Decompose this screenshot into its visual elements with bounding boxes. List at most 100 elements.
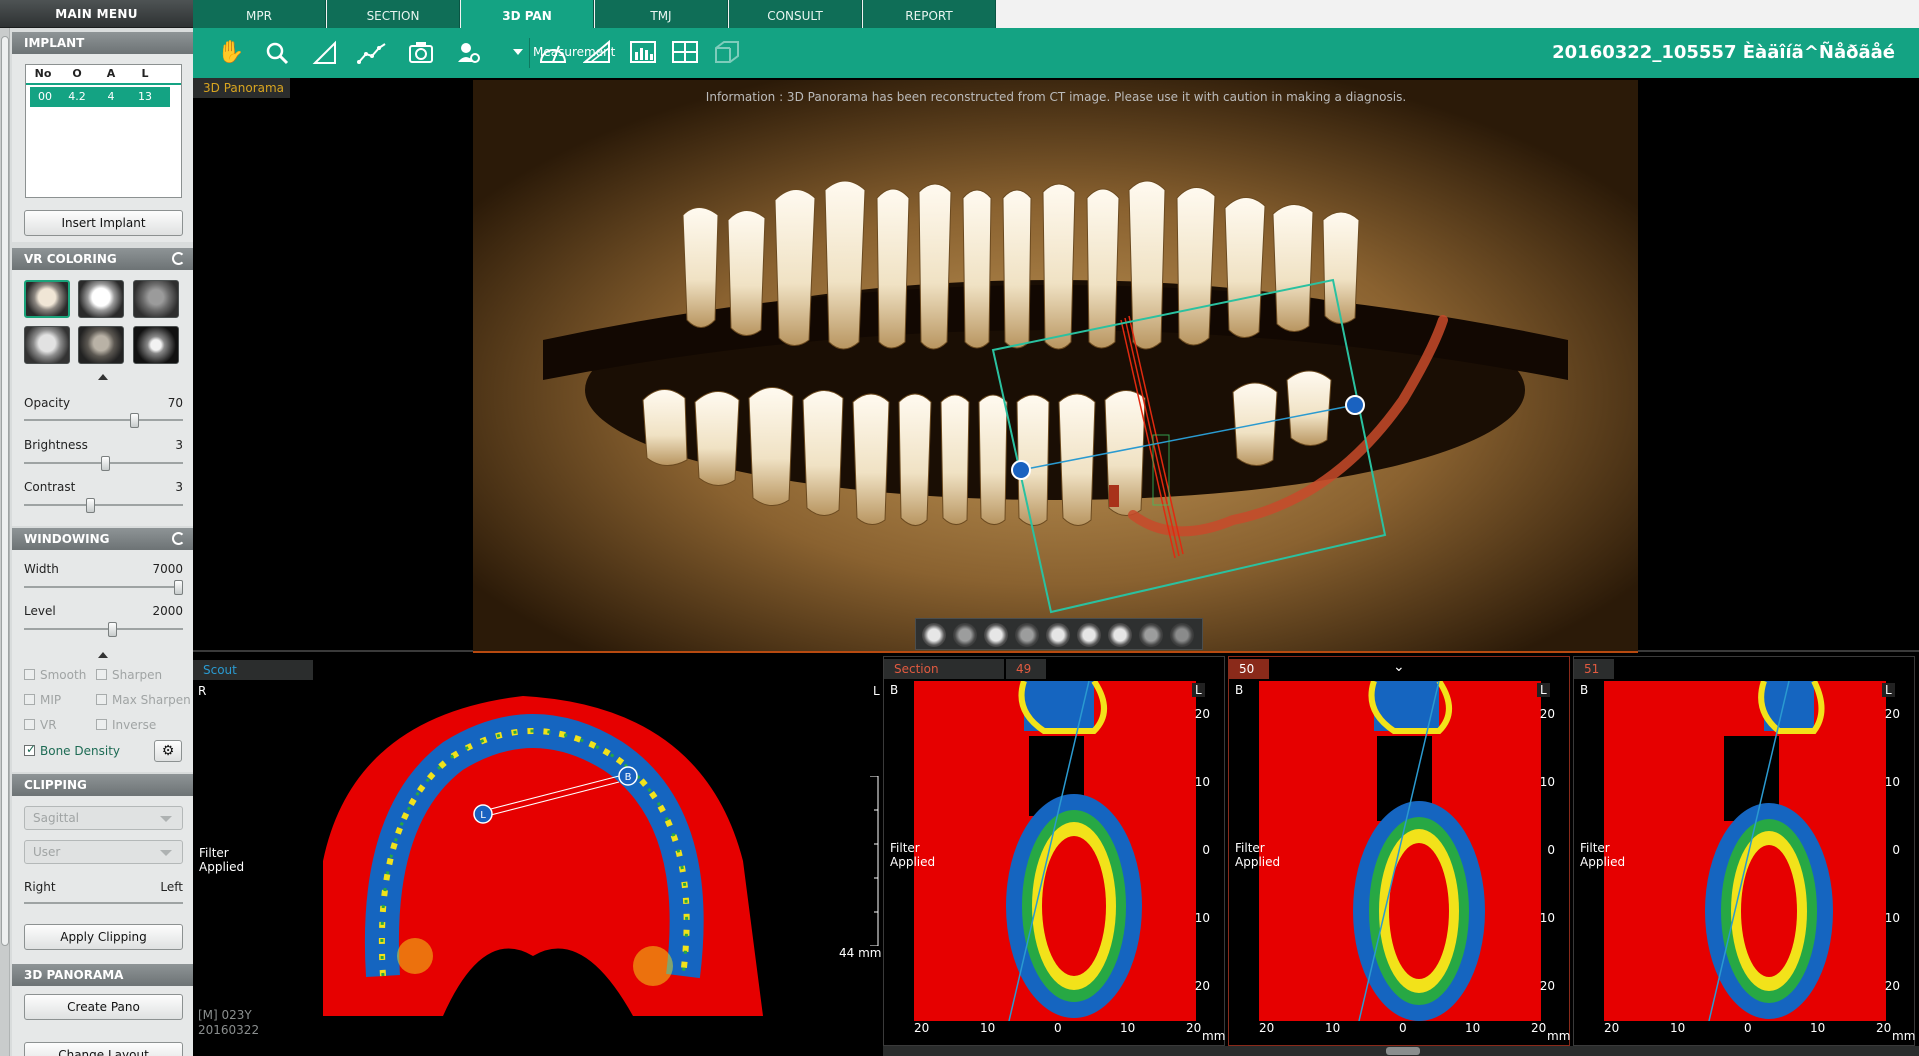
max-sharpen-checkbox[interactable]: Max Sharpen — [96, 693, 191, 707]
section-filter-label: Filter Applied — [890, 841, 936, 869]
section-l-label: L — [1192, 683, 1205, 697]
section-view-51[interactable]: 51 B L Filter Applied 20 10 0 10 20 20 1… — [1573, 656, 1915, 1046]
tab-section[interactable]: SECTION — [327, 0, 460, 28]
brightness-label: Brightness — [24, 438, 88, 452]
scout-axial-image[interactable]: L B — [323, 676, 763, 1031]
section-scrollbar[interactable] — [883, 1046, 1919, 1056]
x-tick: 10 — [1325, 1021, 1341, 1035]
panorama-view[interactable]: 3D Panorama Information : 3D Panorama ha… — [193, 78, 1919, 653]
main-menu-title[interactable]: MAIN MENU — [0, 0, 193, 28]
bone-density-checkbox[interactable]: ✓ Bone Density — [24, 742, 120, 758]
camera-capture-icon[interactable] — [407, 40, 435, 66]
top-view-icon[interactable] — [1046, 623, 1070, 647]
scout-l-label: L — [873, 684, 880, 698]
patient-settings-icon[interactable] — [455, 40, 483, 66]
protractor-icon[interactable] — [539, 40, 567, 66]
scout-patient-info: [M] 023Y — [198, 1008, 252, 1022]
zoom-magnifier-icon[interactable] — [263, 40, 291, 66]
vr-reset-icon[interactable] — [172, 252, 185, 265]
level-value: 2000 — [152, 604, 183, 618]
tissue-preset-icon[interactable] — [78, 326, 124, 364]
tab-mpr[interactable]: MPR — [193, 0, 326, 28]
section-number: 49 — [1006, 659, 1046, 679]
face-view-icon[interactable] — [984, 623, 1008, 647]
x-tick: 0 — [1399, 1021, 1407, 1035]
scout-view[interactable]: Scout R L Filter Applied L B 44 mm [M] 0… — [193, 656, 883, 1056]
change-layout-button[interactable]: Change Layout — [24, 1042, 183, 1056]
vr-checkbox[interactable]: VR — [24, 718, 57, 732]
pan-hand-icon[interactable]: ✋ — [217, 40, 245, 66]
y-tick: 0 — [1202, 843, 1210, 857]
opacity-slider[interactable] — [24, 413, 183, 428]
section-image-51[interactable] — [1604, 681, 1886, 1021]
left-view-icon[interactable] — [1108, 623, 1132, 647]
level-slider-knob[interactable] — [108, 622, 117, 637]
level-slider[interactable] — [24, 622, 183, 637]
table-row[interactable]: 00 4.2 4 13 — [30, 87, 170, 107]
section-view-49[interactable]: Section 49 B L Filter Applied 20 10 0 10… — [883, 656, 1225, 1046]
gray-preset-icon[interactable] — [133, 280, 179, 318]
skin-preset-icon[interactable] — [24, 326, 70, 364]
gear-skull-preset-icon[interactable] — [133, 326, 179, 364]
right-view-icon[interactable] — [1139, 623, 1163, 647]
back-view-icon[interactable] — [953, 623, 977, 647]
brightness-slider[interactable] — [24, 456, 183, 471]
apply-clipping-button[interactable]: Apply Clipping — [24, 924, 183, 950]
histogram-icon[interactable] — [629, 40, 657, 66]
tab-report[interactable]: REPORT — [863, 0, 996, 28]
create-pano-button[interactable]: Create Pano — [24, 994, 183, 1020]
collapse-arrow-icon[interactable] — [98, 374, 108, 380]
width-slider-knob[interactable] — [174, 580, 183, 595]
front-view-icon[interactable] — [922, 623, 946, 647]
clipping-slider[interactable] — [24, 896, 183, 910]
contrast-slider[interactable] — [24, 498, 183, 513]
bone-preset-icon[interactable] — [24, 280, 70, 318]
section-scroll-thumb[interactable] — [1386, 1047, 1420, 1055]
chevron-down-icon — [160, 816, 172, 822]
section-view-50[interactable]: 50 ⌄ B L Filter Applied 20 10 0 10 20 20… — [1228, 656, 1570, 1046]
section-b-label: B — [890, 683, 899, 697]
section-image-50[interactable] — [1259, 681, 1541, 1021]
col-a: A — [106, 67, 116, 80]
mip-checkbox[interactable]: MIP — [24, 693, 61, 707]
rotate-view-icon[interactable] — [1170, 623, 1194, 647]
collapse-arrow-icon[interactable] — [98, 652, 108, 658]
implant-section-header: IMPLANT — [12, 32, 193, 54]
sidebar-scrollbar[interactable] — [0, 28, 10, 1056]
bottom-view-icon[interactable] — [1077, 623, 1101, 647]
section-image-49[interactable] — [914, 681, 1196, 1021]
polyline-measure-icon[interactable] — [357, 40, 386, 66]
side-view-icon[interactable] — [1015, 623, 1039, 647]
bone-density-settings-gear-icon[interactable]: ⚙ — [154, 740, 182, 762]
panorama-image[interactable] — [473, 80, 1638, 653]
windowing-reset-icon[interactable] — [172, 532, 185, 545]
clipping-title: CLIPPING — [24, 778, 87, 792]
layout-grid-icon[interactable] — [671, 40, 699, 66]
angle-measure-icon[interactable] — [311, 40, 339, 66]
width-slider[interactable] — [24, 580, 183, 595]
contrast-slider-knob[interactable] — [86, 498, 95, 513]
section-b-label: B — [1580, 683, 1589, 697]
skull-preset-icon[interactable] — [78, 280, 124, 318]
y-tick: 0 — [1547, 843, 1555, 857]
chevron-down-icon[interactable]: ⌄ — [1393, 659, 1405, 675]
panorama-section: Create Pano Change Layout — [12, 986, 193, 1056]
sidebar-scroll-thumb[interactable] — [1, 36, 9, 946]
tab-tmj[interactable]: TMJ — [595, 0, 728, 28]
volume-box-icon[interactable] — [713, 40, 741, 66]
inverse-checkbox[interactable]: Inverse — [96, 718, 156, 732]
x-tick: 20 — [1604, 1021, 1620, 1035]
insert-implant-button[interactable]: Insert Implant — [24, 210, 183, 236]
smooth-checkbox[interactable]: Smooth — [24, 668, 86, 682]
x-tick: 20 — [1259, 1021, 1275, 1035]
implant-table-header: No O A L — [26, 67, 181, 85]
clipping-plane-select[interactable]: Sagittal — [24, 806, 183, 830]
clipping-mode-select[interactable]: User — [24, 840, 183, 864]
tab-3d-pan[interactable]: 3D PAN — [461, 0, 594, 28]
sharpen-checkbox[interactable]: Sharpen — [96, 668, 162, 682]
opacity-slider-knob[interactable] — [130, 413, 139, 428]
brightness-slider-knob[interactable] — [101, 456, 110, 471]
ruler-angle-icon[interactable] — [582, 39, 611, 66]
tab-consult[interactable]: CONSULT — [729, 0, 862, 28]
section-number: 51 — [1574, 659, 1614, 679]
